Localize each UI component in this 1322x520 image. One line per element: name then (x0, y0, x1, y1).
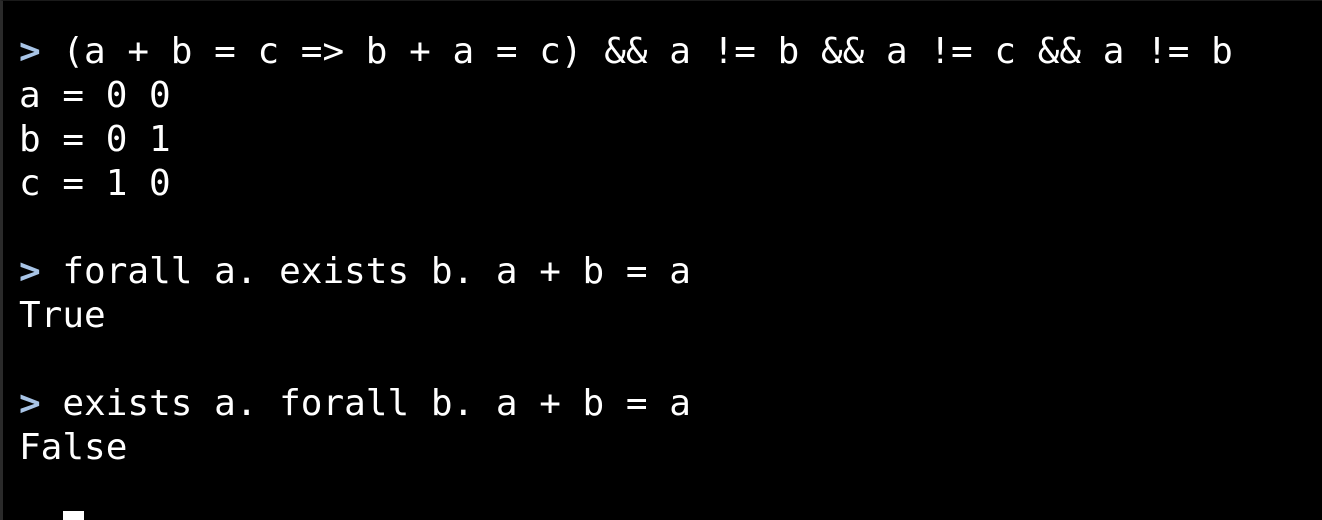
text-cursor (63, 511, 84, 520)
command-text: forall a. exists b. a + b = a (62, 251, 691, 292)
command-text: exists a. forall b. a + b = a (62, 383, 691, 424)
output-line: c = 1 0 (19, 163, 171, 204)
output-line: a = 0 0 (19, 75, 171, 116)
prompt-symbol: > (19, 251, 41, 292)
output-line: b = 0 1 (19, 119, 171, 160)
prompt-symbol: > (19, 31, 41, 72)
command-text: (a + b = c => b + a = c) && a != b && a … (62, 31, 1233, 72)
command-line: > (a + b = c => b + a = c) && a != b && … (19, 30, 1233, 74)
command-line: > forall a. exists b. a + b = a (19, 250, 1233, 294)
terminal-window[interactable]: > (a + b = c => b + a = c) && a != b && … (0, 0, 1322, 520)
output-line: False (19, 427, 128, 468)
output-line: True (19, 295, 106, 336)
terminal-output: > (a + b = c => b + a = c) && a != b && … (19, 30, 1233, 470)
prompt-symbol: > (19, 383, 41, 424)
command-line: > exists a. forall b. a + b = a (19, 382, 1233, 426)
